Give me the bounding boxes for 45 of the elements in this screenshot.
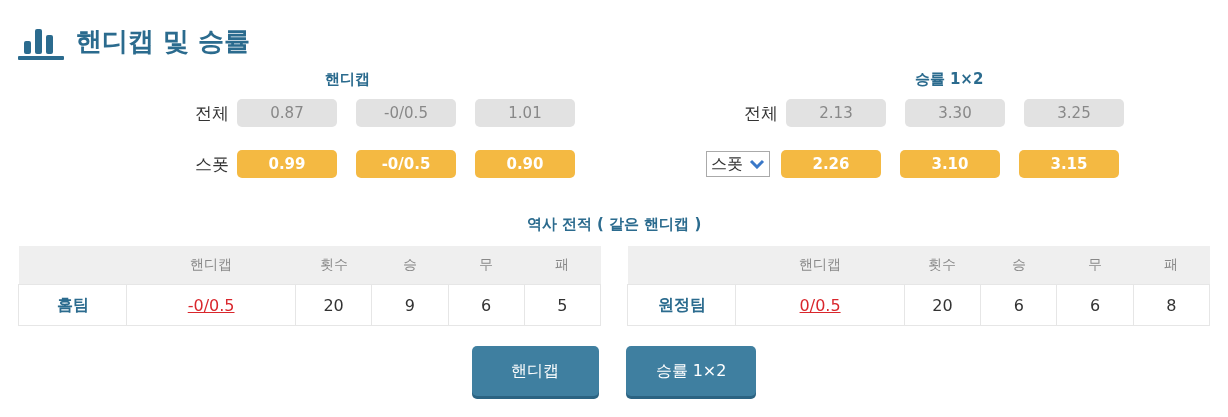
column-header: 무	[448, 246, 525, 285]
odds-value: 0.99	[237, 150, 337, 178]
chevron-down-icon	[749, 159, 765, 169]
section-heading: 핸디캡	[323, 70, 371, 89]
odds-value: 3.25	[1024, 99, 1124, 127]
odds-value: 3.15	[1019, 150, 1119, 178]
odds-value: 2.13	[786, 99, 886, 127]
odds-value: 2.26	[781, 150, 881, 178]
odds-value: -0/0.5	[356, 150, 456, 178]
page-title: 핸디캡 및 승률	[76, 24, 251, 58]
odds-value: 1.01	[475, 99, 575, 127]
table-cell: 6	[1056, 284, 1134, 326]
team-cell: 원정팀	[627, 284, 736, 326]
table-cell: 20	[904, 284, 981, 326]
row-label: 스폿	[194, 152, 229, 176]
handicap-link[interactable]: -0/0.5	[187, 295, 235, 315]
column-header: 핸디캡	[735, 246, 905, 285]
tab-button[interactable]: 핸디캡	[471, 346, 599, 396]
column-header: 핸디캡	[126, 246, 296, 285]
column-header: 횟수	[904, 246, 981, 285]
row-label: 전체	[743, 101, 778, 125]
column-header: 패	[524, 246, 601, 285]
column-header: 승	[980, 246, 1057, 285]
table-cell: 6	[980, 284, 1057, 326]
tab-button[interactable]: 승률 1×2	[625, 346, 757, 396]
odds-value: 3.10	[900, 150, 1000, 178]
table-cell: 6	[448, 284, 525, 326]
odds-value: 0.90	[475, 150, 575, 178]
table-cell: 20	[295, 284, 372, 326]
column-header: 무	[1056, 246, 1134, 285]
column-header: 패	[1133, 246, 1210, 285]
handicap-link[interactable]: 0/0.5	[799, 295, 841, 315]
column-header: 승	[371, 246, 448, 285]
column-header: 횟수	[295, 246, 372, 285]
table-cell: 5	[524, 284, 601, 326]
table-cell: 8	[1133, 284, 1210, 326]
odds-value: 0.87	[237, 99, 337, 127]
row-label: 전체	[194, 101, 229, 125]
odds-value: 3.30	[905, 99, 1005, 127]
team-cell: 홈팀	[18, 284, 127, 326]
odds-value: -0/0.5	[356, 99, 456, 127]
section-heading: 역사 전적 ( 같은 핸디캡 )	[525, 215, 703, 234]
section-heading: 승률 1×2	[913, 70, 985, 89]
dropdown[interactable]: 스폿	[706, 151, 770, 177]
table-cell: 9	[371, 284, 448, 326]
